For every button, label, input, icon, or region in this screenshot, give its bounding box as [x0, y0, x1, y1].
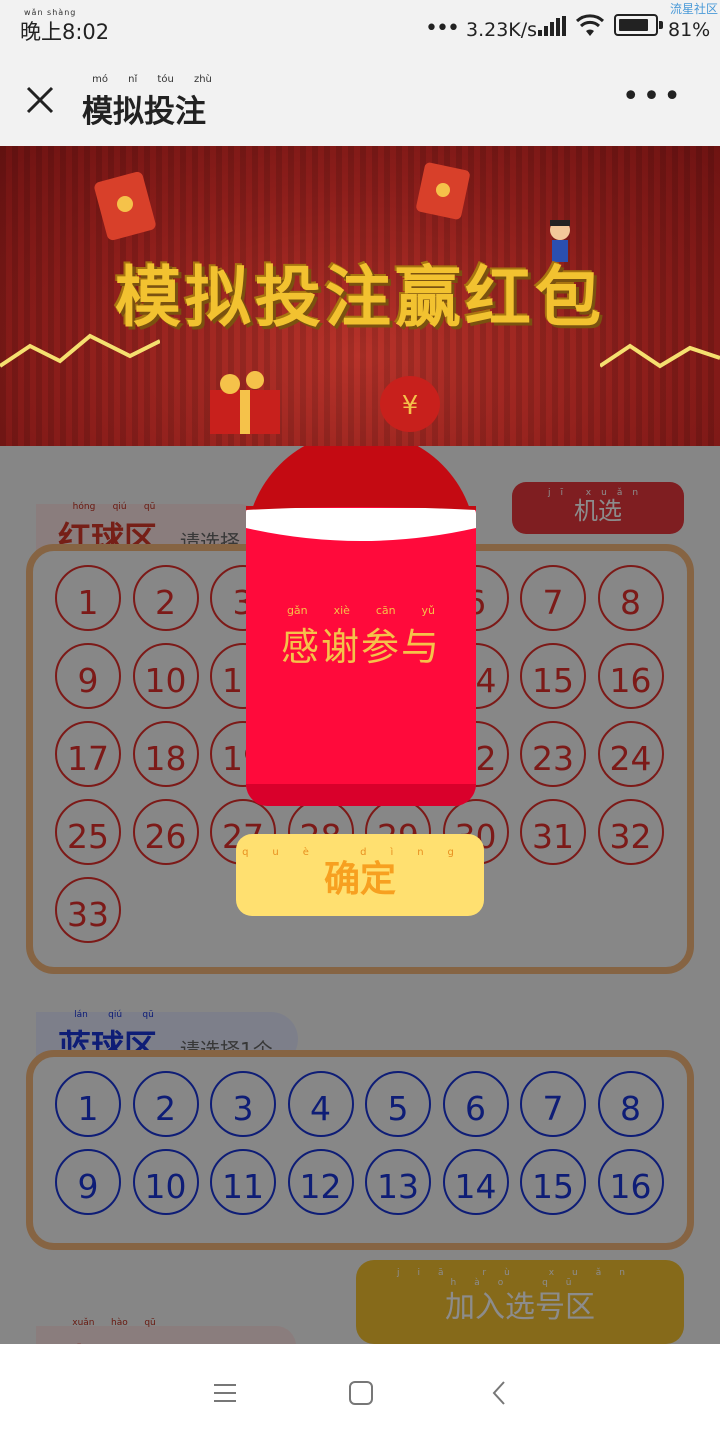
back-icon[interactable]: [484, 1378, 514, 1408]
network-speed: 3.23K/s: [466, 19, 538, 41]
page-title-text: 模拟投注: [82, 94, 206, 130]
menu-icon[interactable]: [210, 1378, 240, 1408]
battery-fill: [619, 19, 648, 31]
zigzag-decoration-icon: [600, 343, 720, 369]
watermark: 流星社区: [669, 2, 718, 16]
status-time-pinyin: wǎn shàng: [24, 8, 77, 17]
title-bar: mó nǐ tóu zhù 模拟投注 •••: [0, 56, 720, 146]
system-nav-bar: [0, 1344, 720, 1440]
red-envelope: gǎn xiè cān yǔ 感谢参与: [246, 446, 476, 806]
status-time: wǎn shàng 晚上8:02: [20, 8, 110, 46]
gift-box-icon: [210, 371, 280, 434]
svg-text:¥: ¥: [402, 391, 419, 421]
banner: 模拟投注赢红包 ¥: [0, 146, 720, 446]
wifi-icon: [575, 14, 605, 36]
page-title: mó nǐ tóu zhù 模拟投注: [82, 74, 212, 131]
more-icon[interactable]: •••: [622, 82, 684, 112]
battery-icon: [614, 14, 663, 36]
zigzag-decoration-icon: [0, 333, 160, 368]
home-icon[interactable]: [346, 1378, 376, 1408]
envelope-message: 感谢参与: [280, 625, 441, 669]
page-title-pinyin: mó nǐ tóu zhù: [92, 74, 212, 85]
signal-icon: [538, 16, 566, 36]
red-envelope-decoration-icon: [416, 162, 470, 220]
close-icon[interactable]: [20, 80, 60, 120]
money-bag-icon: ¥: [380, 376, 440, 432]
notification-dots: •••: [425, 16, 460, 41]
confirm-button[interactable]: què dìng 确定: [236, 834, 484, 916]
status-time-text: 晚上8:02: [20, 20, 110, 44]
status-bar: wǎn shàng 晚上8:02 ••• 3.23K/s 81% 流星社区: [0, 0, 720, 56]
battery-percent: 81%: [668, 19, 711, 41]
red-envelope-decoration-icon: [94, 171, 156, 241]
